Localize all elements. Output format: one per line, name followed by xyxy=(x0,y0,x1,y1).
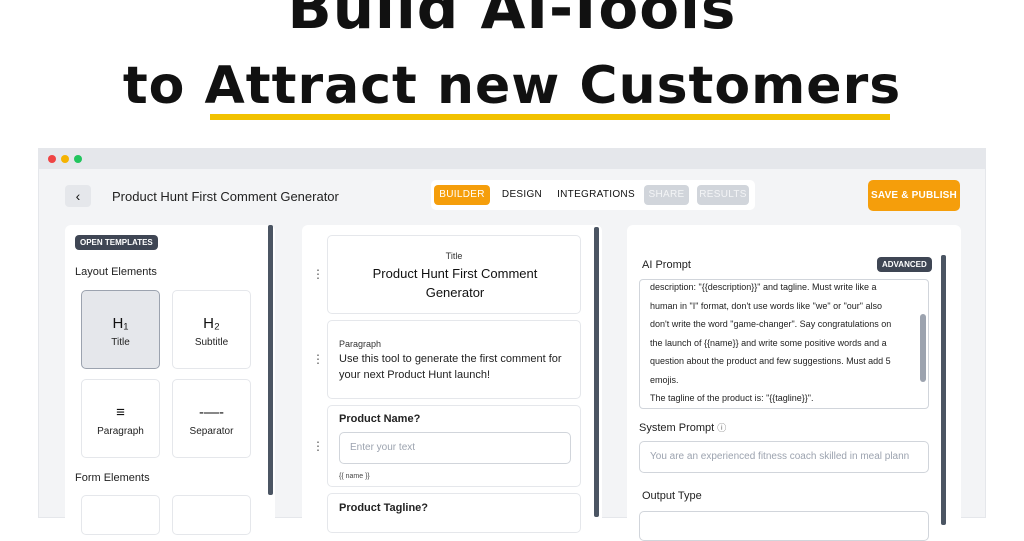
prompt-line: The tagline of the product is: "{{taglin… xyxy=(650,393,814,403)
tile-paragraph[interactable]: ≡ Paragraph xyxy=(81,379,160,458)
settings-panel: AI Prompt ADVANCED description: "{{descr… xyxy=(627,225,961,541)
paragraph-block[interactable]: Paragraph Use this tool to generate the … xyxy=(327,320,581,399)
separator-icon: -—- xyxy=(199,404,224,421)
advanced-button[interactable]: ADVANCED xyxy=(877,257,932,272)
tab-results[interactable]: RESULTS xyxy=(697,185,749,205)
minimize-dot-icon[interactable] xyxy=(61,155,69,163)
open-templates-button[interactable]: OPEN TEMPLATES xyxy=(75,235,158,250)
prompt-line: don't write the word "game-changer". Say… xyxy=(650,319,892,329)
system-prompt-input[interactable]: You are an experienced fitness coach ski… xyxy=(639,441,929,473)
block-type-label: Title xyxy=(445,251,463,261)
chevron-left-icon: ‹ xyxy=(75,188,81,204)
back-button[interactable]: ‹ xyxy=(65,185,91,207)
tile-subtitle[interactable]: H₂ Subtitle xyxy=(172,290,251,369)
app-title: Product Hunt First Comment Generator xyxy=(112,189,339,204)
field-label: Product Tagline? xyxy=(339,502,429,514)
window-titlebar xyxy=(39,149,985,169)
system-prompt-label: System Prompt ⓘ xyxy=(639,421,726,434)
tile-title[interactable]: H₁ Title xyxy=(81,290,160,369)
form-elements-heading: Form Elements xyxy=(75,472,150,484)
tile-separator[interactable]: -—- Separator xyxy=(172,379,251,458)
app-window: ‹ Product Hunt First Comment Generator B… xyxy=(38,148,986,541)
prompt-line: human in "I" format, don't use words lik… xyxy=(650,300,882,311)
tile-form-2[interactable] xyxy=(172,495,251,535)
tab-builder[interactable]: BUILDER xyxy=(434,185,490,205)
elements-panel: OPEN TEMPLATES Layout Elements H₁ Title … xyxy=(65,225,275,535)
prompt-line: question about the product and few sugge… xyxy=(650,356,891,366)
output-type-select[interactable] xyxy=(639,511,929,541)
output-type-label: Output Type xyxy=(642,490,702,502)
ai-prompt-text: description: "{{description}}" and tagli… xyxy=(650,280,910,408)
variable-tag: {{ name }} xyxy=(339,473,370,480)
tile-label: Subtitle xyxy=(194,337,229,348)
tab-bar: BUILDER DESIGN INTEGRATIONS SHARE RESULT… xyxy=(431,180,755,210)
prompt-line: description: "{{description}}" and tagli… xyxy=(650,282,877,292)
block-type-label: Paragraph xyxy=(339,339,382,349)
maximize-dot-icon[interactable] xyxy=(74,155,82,163)
info-icon[interactable]: ⓘ xyxy=(717,423,726,433)
prompt-scrollbar[interactable] xyxy=(920,314,926,382)
product-name-block[interactable]: Product Name? Enter your text {{ name }} xyxy=(327,405,581,487)
ai-prompt-textarea[interactable]: description: "{{description}}" and tagli… xyxy=(639,279,929,409)
block-paragraph-text: Use this tool to generate the first comm… xyxy=(339,353,562,381)
tab-design[interactable]: DESIGN xyxy=(497,185,547,205)
tile-form-1[interactable] xyxy=(81,495,160,535)
right-scrollbar[interactable] xyxy=(941,255,946,525)
middle-scrollbar[interactable] xyxy=(594,227,599,517)
left-scrollbar[interactable] xyxy=(268,225,273,495)
h1-icon: H₁ xyxy=(112,315,129,332)
tile-label: Paragraph xyxy=(97,426,144,437)
h2-icon: H₂ xyxy=(203,315,220,332)
block-title-text: Product Hunt First Comment Generator xyxy=(372,266,538,300)
save-publish-button[interactable]: SAVE & PUBLISH xyxy=(868,180,960,211)
paragraph-icon: ≡ xyxy=(116,404,125,421)
title-block[interactable]: Title Product Hunt First Comment Generat… xyxy=(327,235,581,314)
ai-prompt-label: AI Prompt xyxy=(642,259,691,271)
headline-underline xyxy=(210,114,890,120)
field-label: Product Name? xyxy=(339,413,421,425)
headline-line-2: to Attract new Customers xyxy=(122,56,902,116)
prompt-line: emojis. xyxy=(650,374,679,385)
system-prompt-text: System Prompt xyxy=(639,422,715,434)
tab-share[interactable]: SHARE xyxy=(644,185,689,205)
builder-canvas: ⋮⋮ Title Product Hunt First Comment Gene… xyxy=(302,225,602,533)
tile-label: Separator xyxy=(189,426,234,437)
close-dot-icon[interactable] xyxy=(48,155,56,163)
layout-elements-heading: Layout Elements xyxy=(75,266,157,278)
product-tagline-block[interactable]: Product Tagline? xyxy=(327,493,581,533)
product-name-input[interactable]: Enter your text xyxy=(339,432,571,464)
headline-line-1: Build AI-Tools xyxy=(287,0,737,42)
prompt-line: the launch of {{name}} and write some po… xyxy=(650,337,887,348)
tile-label: Title xyxy=(111,337,130,348)
tab-integrations[interactable]: INTEGRATIONS xyxy=(555,185,637,205)
